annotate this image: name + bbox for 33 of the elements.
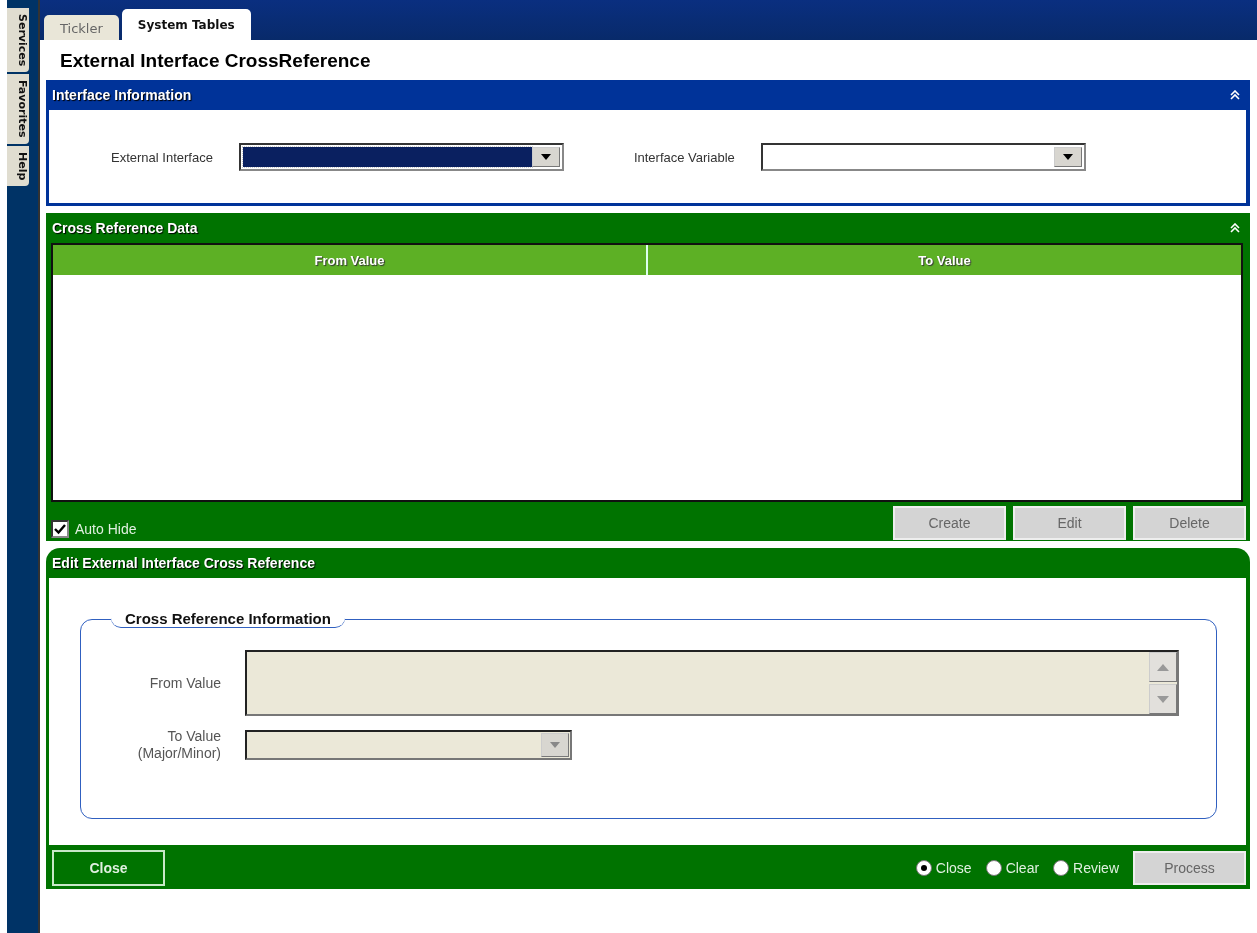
radio-label: Review	[1073, 860, 1119, 876]
collapse-icon[interactable]	[1230, 90, 1240, 100]
dropdown-arrow-icon	[540, 154, 551, 160]
radio-button[interactable]	[1053, 860, 1070, 876]
field-label: To Value	[167, 728, 221, 744]
collapse-icon[interactable]	[1230, 223, 1240, 233]
side-tab[interactable]: Services	[7, 8, 29, 73]
side-tab[interactable]: Favorites	[7, 74, 29, 144]
checkbox[interactable]	[51, 520, 69, 538]
side-tab[interactable]: Help	[7, 145, 29, 187]
dropdown-arrow-icon	[550, 742, 560, 748]
close-button[interactable]: Close	[52, 850, 165, 886]
dropdown-arrow-icon	[1062, 154, 1073, 160]
column-header[interactable]: To Value	[648, 245, 1241, 275]
tab[interactable]: Tickler	[44, 15, 119, 40]
radio-label: Clear	[1005, 860, 1040, 876]
radio-button[interactable]	[915, 860, 932, 876]
radio-button[interactable]	[985, 860, 1002, 876]
panel-title: Cross Reference Data	[52, 220, 198, 236]
radio-label: Close	[935, 860, 972, 876]
dropdown-field[interactable]	[760, 143, 1086, 171]
dropdown-field[interactable]	[238, 143, 564, 171]
field-sublabel: (Major/Minor)	[137, 745, 221, 761]
column-header[interactable]: From Value	[53, 245, 648, 275]
group-title: Cross Reference Information	[111, 610, 345, 628]
field-label: From Value	[148, 674, 221, 692]
panel-title: Edit External Interface Cross Reference	[52, 555, 315, 571]
checkbox-label: Auto Hide	[75, 521, 137, 537]
field-label: External Interface	[111, 149, 213, 165]
page-title: External Interface CrossReference	[60, 50, 372, 72]
tab[interactable]: System Tables	[121, 9, 251, 40]
panel-title: Interface Information	[52, 87, 192, 103]
field-label: Interface Variable	[633, 149, 735, 165]
